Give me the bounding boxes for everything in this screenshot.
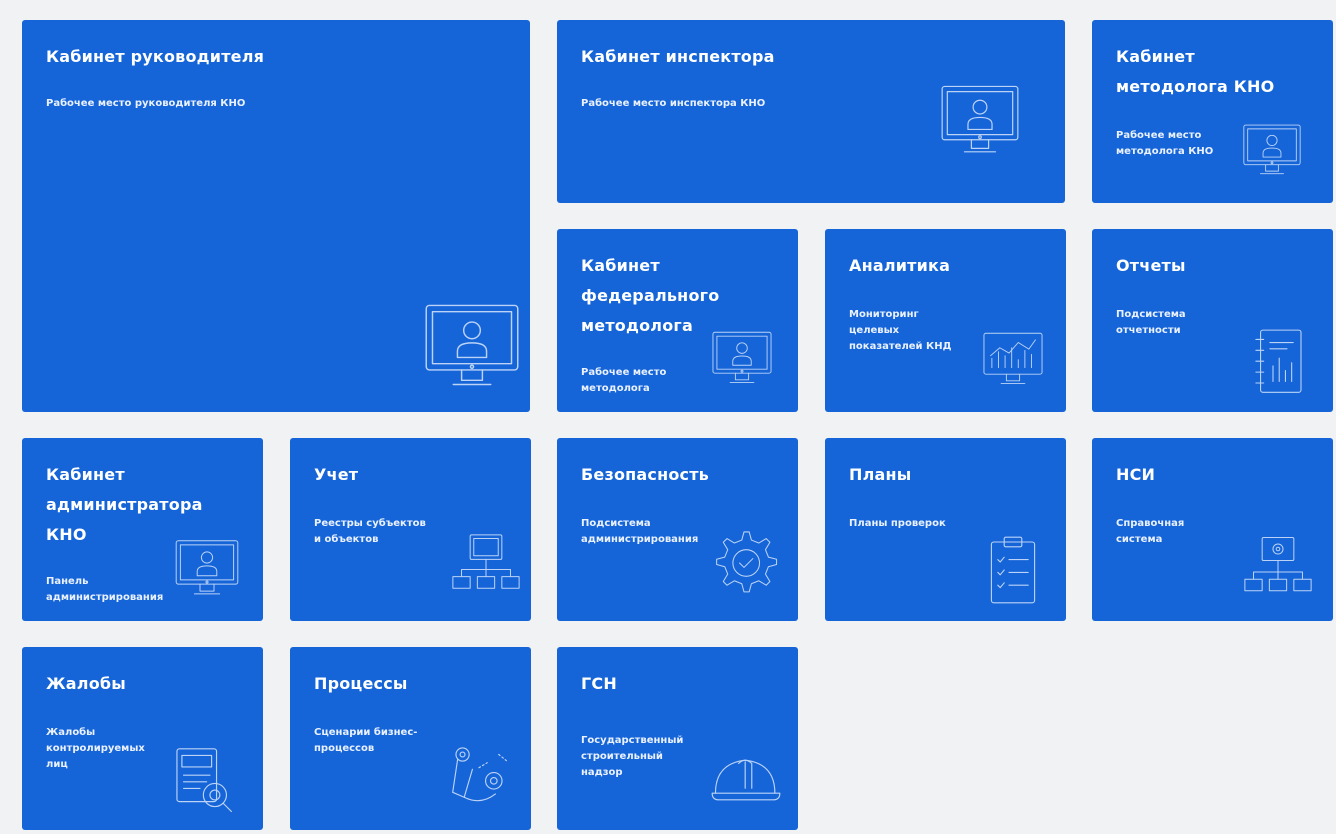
clipboard-checklist-icon (990, 536, 1036, 604)
tile-subtitle: Реестры субъектов и объектов (314, 518, 426, 545)
tile-inspector-cabinet[interactable]: Кабинет инспектора Рабочее место инспект… (557, 20, 1065, 203)
tile-analytics[interactable]: Аналитика Мониторинг целевых показателей… (825, 229, 1066, 412)
monitor-chart-icon (983, 332, 1043, 384)
tile-subtitle: Государственный строительный надзор (581, 735, 684, 778)
tile-subtitle: Мониторинг целевых показателей КНД (849, 309, 952, 352)
tile-security[interactable]: Безопасность Подсистема администрировани… (557, 438, 798, 621)
computer-user-icon (712, 331, 772, 383)
tile-subtitle: Подсистема администрирования (581, 518, 699, 545)
tile-title: Планы (849, 465, 912, 484)
tile-admin-cabinet[interactable]: Кабинет администратора КНО Панель админи… (22, 438, 263, 621)
report-icon (1255, 329, 1302, 393)
tile-subtitle: Подсистема отчетности (1116, 309, 1186, 336)
tile-subtitle: Рабочее место методолога (581, 367, 667, 394)
tile-title: Учет (314, 465, 359, 484)
tile-title: Процессы (314, 674, 408, 693)
hardhat-icon (711, 759, 781, 801)
tile-title: Кабинет методолога КНО (1116, 47, 1275, 96)
tile-title: Аналитика (849, 256, 951, 275)
tile-title: ГСН (581, 674, 617, 693)
tile-accounting[interactable]: Учет Реестры субъектов и объектов (290, 438, 531, 621)
computer-user-icon (1243, 124, 1301, 175)
tile-nsi[interactable]: НСИ Справочная система (1092, 438, 1333, 621)
tile-kno-methodologist-cabinet[interactable]: Кабинет методолога КНО Рабочее место мет… (1092, 20, 1333, 203)
tile-title: Кабинет федерального методолога (581, 256, 720, 335)
process-flow-icon (452, 747, 508, 802)
tile-subtitle: Рабочее место методолога КНО (1116, 130, 1214, 157)
tile-subtitle: Рабочее место инспектора КНО (581, 98, 766, 109)
tile-title: Кабинет инспектора (581, 47, 775, 66)
tile-title: Жалобы (46, 674, 126, 693)
tile-subtitle: Планы проверок (849, 518, 946, 529)
computer-user-icon (175, 540, 239, 595)
tile-subtitle: Сценарии бизнес- процессов (314, 727, 418, 754)
registry-network-icon (452, 534, 520, 589)
tile-subtitle: Панель администрирования (46, 576, 164, 603)
tile-reports[interactable]: Отчеты Подсистема отчетности (1092, 229, 1333, 412)
tile-gsn[interactable]: ГСН Государственный строительный надзор (557, 647, 798, 830)
tile-title: Кабинет руководителя (46, 47, 265, 66)
tile-title: Отчеты (1116, 256, 1186, 275)
tile-manager-cabinet[interactable]: Кабинет руководителя Рабочее место руков… (22, 20, 530, 412)
tile-subtitle: Справочная система (1116, 518, 1185, 545)
tile-federal-methodologist-cabinet[interactable]: Кабинет федерального методолога Рабочее … (557, 229, 798, 412)
tile-title: Безопасность (581, 465, 709, 484)
document-search-icon (176, 748, 232, 813)
tile-subtitle: Жалобы контролируемых лиц (46, 727, 145, 770)
tile-processes[interactable]: Процессы Сценарии бизнес- процессов (290, 647, 531, 830)
tile-complaints[interactable]: Жалобы Жалобы контролируемых лиц (22, 647, 263, 830)
gear-check-icon (716, 531, 778, 593)
tile-subtitle: Рабочее место руководителя КНО (46, 98, 246, 109)
tile-title: НСИ (1116, 465, 1156, 484)
computer-user-icon (941, 85, 1019, 153)
reference-monitor-network-icon (1244, 536, 1312, 592)
tile-plans[interactable]: Планы Планы проверок (825, 438, 1066, 621)
computer-user-icon (425, 304, 519, 386)
